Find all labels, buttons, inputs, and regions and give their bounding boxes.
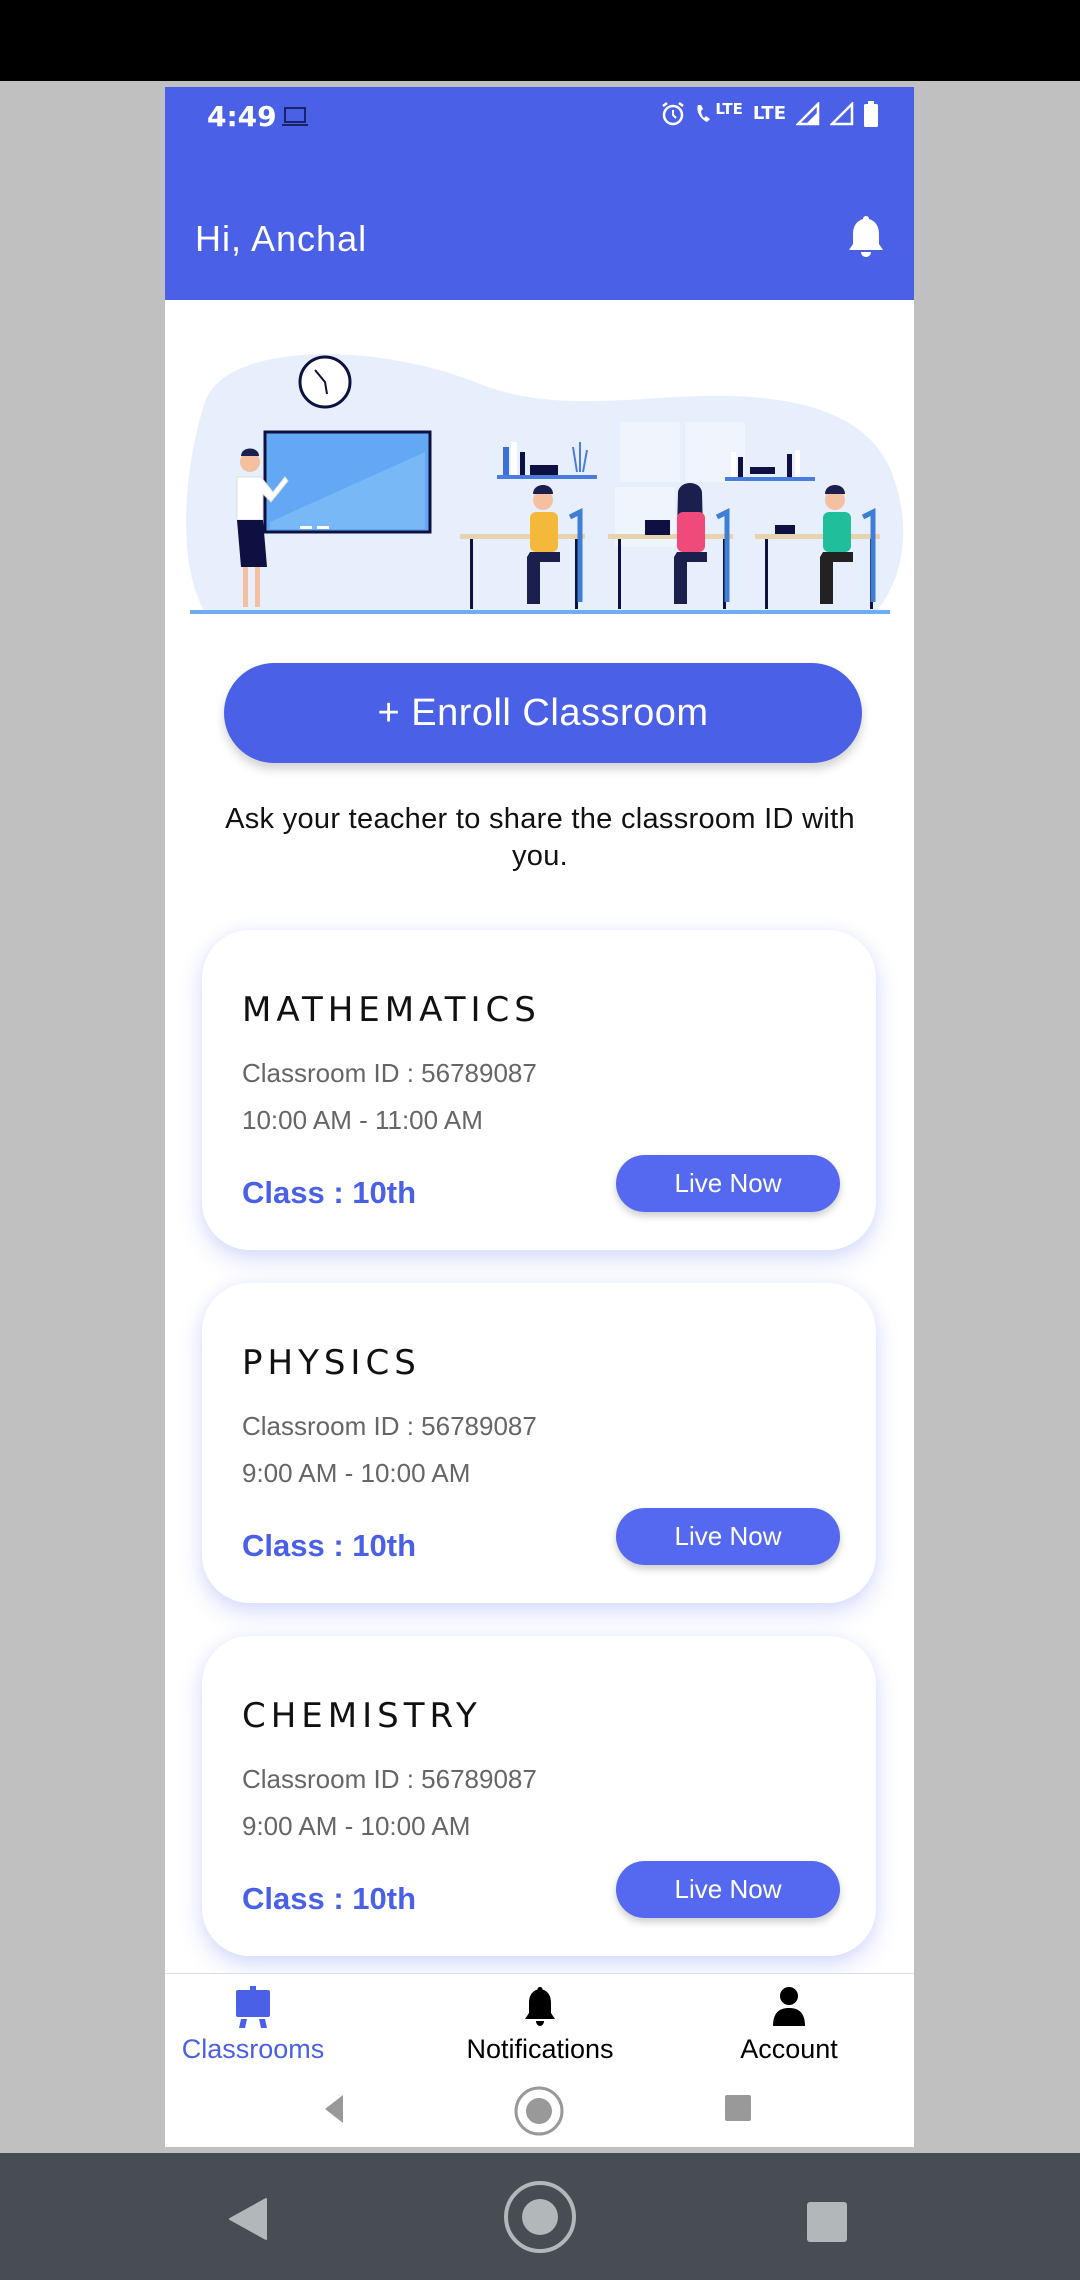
back-icon[interactable] <box>323 2093 345 2125</box>
home-icon[interactable] <box>513 2085 565 2137</box>
classroom-grade: Class : 10th <box>242 1528 417 1563</box>
bell-icon <box>525 1987 555 2026</box>
classroom-time: 9:00 AM - 10:00 AM <box>242 1458 471 1488</box>
classroom-id: Classroom ID : 56789087 <box>242 1764 537 1794</box>
bell-icon[interactable] <box>846 214 886 258</box>
blackboard <box>263 430 432 534</box>
greeting: Hi, Anchal <box>195 218 368 259</box>
app-header: 4:49 LTE LTE Hi, Anchal <box>165 87 914 300</box>
laptop-icon <box>282 107 308 126</box>
classroom-id: Classroom ID : 56789087 <box>242 1411 537 1441</box>
enroll-classroom-button[interactable]: + Enroll Classroom <box>224 663 862 763</box>
live-now-button[interactable]: Live Now <box>616 1861 840 1918</box>
status-time: 4:49 <box>207 100 277 133</box>
battery-icon <box>864 101 878 127</box>
nav-label: Account <box>740 2034 838 2064</box>
live-now-button[interactable]: Live Now <box>616 1155 840 1212</box>
person-icon <box>773 1987 805 2026</box>
floor-line <box>190 610 890 614</box>
classroom-grade: Class : 10th <box>242 1175 417 1210</box>
back-icon[interactable] <box>228 2197 268 2241</box>
inner-system-navigation <box>165 2083 914 2147</box>
classroom-id: Classroom ID : 56789087 <box>242 1058 537 1088</box>
classroom-illustration <box>186 354 904 614</box>
classroom-card[interactable]: CHEMISTRY Classroom ID : 56789087 9:00 A… <box>202 1636 876 1956</box>
nav-item-account[interactable]: Account <box>689 1974 889 2084</box>
home-icon[interactable] <box>502 2179 578 2255</box>
outer-system-navigation <box>0 2153 1080 2280</box>
classroom-subject: PHYSICS <box>242 1343 421 1383</box>
classroom-time: 10:00 AM - 11:00 AM <box>242 1105 483 1135</box>
signal-icon <box>796 102 820 126</box>
classroom-time: 9:00 AM - 10:00 AM <box>242 1811 471 1841</box>
easel-icon <box>236 1986 270 2028</box>
signal-icon <box>830 102 854 126</box>
status-icons: LTE LTE <box>661 99 878 129</box>
recents-icon[interactable] <box>806 2201 848 2243</box>
nav-item-classrooms[interactable]: Classrooms <box>165 1974 353 2084</box>
live-now-button[interactable]: Live Now <box>616 1508 840 1565</box>
nav-label: Notifications <box>466 2034 614 2064</box>
wall-clock-icon <box>298 355 352 409</box>
alarm-icon <box>662 102 685 126</box>
classroom-card[interactable]: MATHEMATICS Classroom ID : 56789087 10:0… <box>202 930 876 1250</box>
classroom-subject: MATHEMATICS <box>242 990 541 1030</box>
nav-item-notifications[interactable]: Notifications <box>440 1974 640 2084</box>
classroom-card[interactable]: PHYSICS Classroom ID : 56789087 9:00 AM … <box>202 1283 876 1603</box>
bottom-navigation: Classrooms Notifications Account <box>165 1973 914 2083</box>
enroll-helper-text: Ask your teacher to share the classroom … <box>225 803 855 872</box>
classroom-subject: CHEMISTRY <box>242 1696 482 1736</box>
lte-icon: LTE <box>752 103 786 124</box>
volte-call-icon: LTE <box>695 102 743 126</box>
phone-screen: 4:49 LTE LTE Hi, Anchal + Enroll Classro… <box>165 87 914 2147</box>
top-black-bar <box>0 0 1080 81</box>
nav-label: Classrooms <box>181 2034 325 2064</box>
recents-icon[interactable] <box>724 2094 752 2122</box>
classroom-grade: Class : 10th <box>242 1881 417 1916</box>
